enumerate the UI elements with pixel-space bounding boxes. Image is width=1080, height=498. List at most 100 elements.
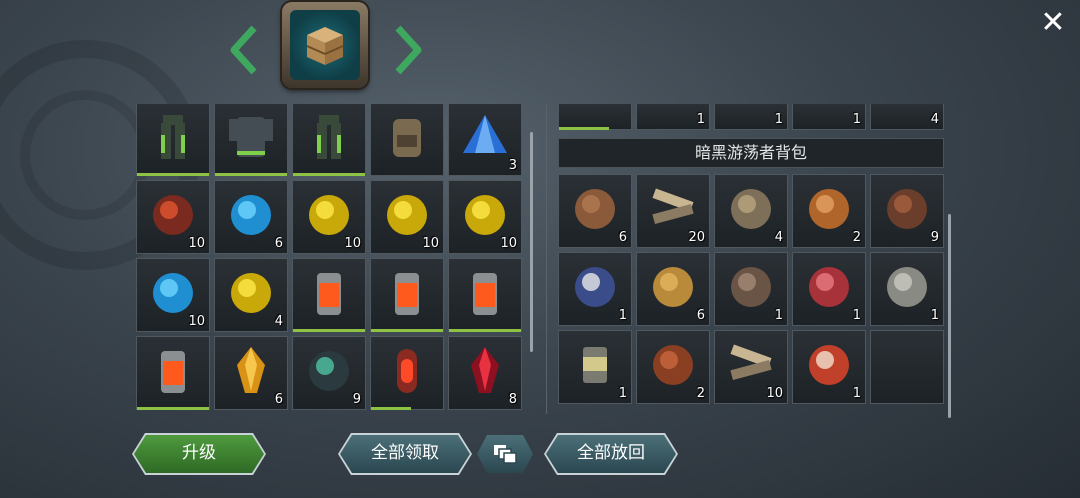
inventory-slot[interactable]: 1 [636, 104, 710, 130]
upgrade-button[interactable]: 升级 [134, 435, 264, 473]
inventory-slot[interactable]: 4 [714, 174, 788, 248]
item-count: 1 [852, 308, 861, 323]
item-count: 1 [774, 308, 783, 323]
red-capsule-icon [377, 341, 437, 405]
green-pants-icon [299, 107, 359, 171]
inventory-slot[interactable] [370, 336, 444, 410]
item-count: 4 [930, 112, 939, 127]
item-count: 1 [618, 308, 627, 323]
inventory-slot[interactable]: 1 [558, 252, 632, 326]
stack-button[interactable] [477, 435, 533, 473]
item-count: 6 [696, 308, 705, 323]
inventory-slot[interactable]: 4 [214, 258, 288, 332]
inventory-slot[interactable]: 6 [214, 180, 288, 254]
inventory-slot[interactable]: 9 [870, 174, 944, 248]
durability-bar [137, 173, 209, 176]
item-count: 1 [852, 112, 861, 127]
fire-canister-icon [377, 263, 437, 327]
inventory-slot[interactable]: 1 [792, 252, 866, 326]
claim-all-button[interactable]: 全部领取 [340, 435, 470, 473]
inventory-slot[interactable]: 1 [714, 104, 788, 130]
durability-bar [137, 407, 209, 410]
inventory-slot[interactable]: 6 [214, 336, 288, 410]
inventory-slot[interactable] [136, 336, 210, 410]
inventory-slot[interactable]: 1 [558, 330, 632, 404]
inventory-slot[interactable] [558, 104, 632, 130]
item-count: 10 [500, 236, 517, 251]
item-count: 1 [774, 112, 783, 127]
inventory-slot[interactable] [870, 330, 944, 404]
stack-icon [492, 443, 518, 465]
inventory-slot[interactable] [214, 104, 288, 176]
item-count: 4 [274, 314, 283, 329]
inventory-slot[interactable]: 2 [636, 330, 710, 404]
item-count: 10 [344, 236, 361, 251]
inventory-slot[interactable] [136, 104, 210, 176]
inventory-slot[interactable]: 2 [792, 174, 866, 248]
inventory-slot[interactable]: 10 [448, 180, 522, 254]
inventory-slot[interactable]: 1 [792, 330, 866, 404]
item-count: 9 [930, 230, 939, 245]
chevron-right-icon[interactable] [394, 24, 424, 76]
item-count: 1 [930, 308, 939, 323]
container-panel: 1114 暗黑游荡者背包 6 20 4 2 9 1 6 1 1 1 1 2 10 1 [556, 104, 948, 410]
partial-item-icon [658, 104, 688, 113]
fire-canister-icon [299, 263, 359, 327]
inventory-slot[interactable] [370, 258, 444, 332]
amber-crystal-icon [221, 341, 281, 405]
container-grid: 6 20 4 2 9 1 6 1 1 1 1 2 10 1 [558, 174, 948, 404]
raw-meat-icon [799, 257, 859, 321]
backpack-icon [377, 107, 437, 171]
inventory-slot[interactable] [292, 104, 366, 176]
durability-bar [293, 173, 365, 176]
inventory-slot[interactable]: 10 [292, 180, 366, 254]
item-count: 9 [352, 392, 361, 407]
item-count: 10 [422, 236, 439, 251]
inventory-slot[interactable]: 10 [714, 330, 788, 404]
container-section-title: 暗黑游荡者背包 [558, 138, 944, 168]
mushrooms-icon [799, 179, 859, 243]
inventory-slot[interactable]: 9 [292, 336, 366, 410]
item-count: 10 [766, 386, 783, 401]
inventory-scrollbar[interactable] [530, 132, 533, 352]
inventory-slot[interactable] [292, 258, 366, 332]
container-scrollbar[interactable] [948, 214, 951, 418]
inventory-slot[interactable]: 1 [714, 252, 788, 326]
item-count: 10 [188, 314, 205, 329]
inventory-slot[interactable]: 4 [870, 104, 944, 130]
return-all-button[interactable]: 全部放回 [546, 435, 676, 473]
inventory-slot[interactable]: 3 [448, 104, 522, 176]
potato-icon [643, 257, 703, 321]
inventory-slot[interactable] [370, 104, 444, 176]
item-count: 20 [688, 230, 705, 245]
item-count: 3 [508, 158, 517, 173]
blue-orb-icon [221, 185, 281, 249]
green-pants-icon [143, 107, 203, 171]
inventory-slot[interactable]: 8 [448, 336, 522, 410]
fire-canister-icon [143, 341, 203, 405]
durability-bar [215, 173, 287, 176]
inventory-slot[interactable]: 6 [636, 252, 710, 326]
item-count: 4 [774, 230, 783, 245]
inventory-slot[interactable]: 10 [370, 180, 444, 254]
inventory-slot[interactable]: 1 [792, 104, 866, 130]
cloth-scraps-icon [721, 179, 781, 243]
armor-vest-icon [221, 107, 281, 171]
leather-hide-icon [565, 179, 625, 243]
chevron-left-icon[interactable] [228, 24, 258, 76]
item-count: 1 [852, 386, 861, 401]
inventory-slot[interactable]: 20 [636, 174, 710, 248]
item-count: 6 [274, 392, 283, 407]
inventory-slot[interactable]: 1 [870, 252, 944, 326]
durability-bar [371, 407, 411, 410]
inventory-slot[interactable] [448, 258, 522, 332]
inventory-slot[interactable]: 6 [558, 174, 632, 248]
inventory-slot[interactable]: 10 [136, 180, 210, 254]
inventory-slot[interactable]: 10 [136, 258, 210, 332]
copper-wire-icon [643, 335, 703, 399]
panel-divider [546, 104, 547, 414]
close-icon[interactable]: ✕ [1036, 6, 1070, 40]
fire-canister-icon [455, 263, 515, 327]
inventory-grid: 3 10 6 10 10 10 10 4 6 9 8 [136, 104, 530, 410]
item-count: 8 [508, 392, 517, 407]
